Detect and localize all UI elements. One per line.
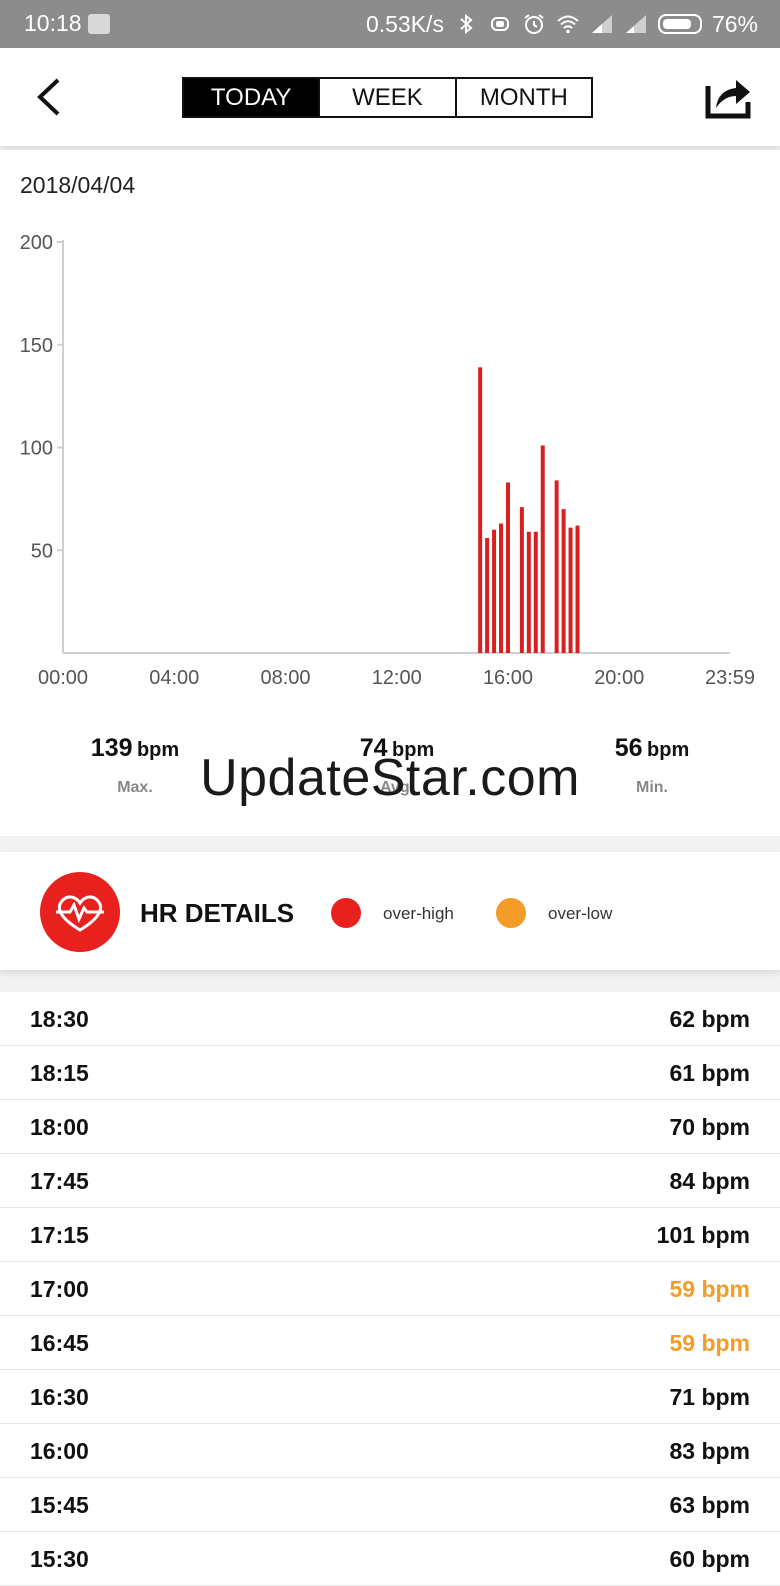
- chart-bar: [533, 531, 538, 653]
- network-speed: 0.53K/s: [365, 10, 444, 37]
- list-item[interactable]: 18:30 62 bpm: [0, 992, 780, 1046]
- status-bar: 10:18 0.53K/s 76%: [0, 0, 780, 48]
- record-time: 17:45: [30, 1168, 89, 1194]
- record-time: 18:30: [30, 1006, 89, 1032]
- y-tick-label: 100: [20, 438, 53, 460]
- chart-bar: [540, 445, 545, 653]
- record-value: 70 bpm: [669, 1114, 750, 1140]
- vibrate-icon: [490, 17, 509, 31]
- x-tick-label: 16:00: [483, 667, 533, 689]
- record-time: 16:30: [30, 1384, 89, 1410]
- status-right: 0.53K/s 76%: [366, 10, 758, 38]
- list-item[interactable]: 16:30 71 bpm: [0, 1370, 780, 1424]
- list-item[interactable]: 18:00 70 bpm: [0, 1100, 780, 1154]
- chart-bar: [526, 531, 531, 653]
- record-time: 17:15: [30, 1222, 89, 1248]
- battery-icon: [657, 14, 702, 34]
- record-value: 61 bpm: [669, 1060, 750, 1086]
- chart-bar: [485, 537, 490, 653]
- chart-bar: [575, 525, 580, 653]
- battery-percent: 76%: [711, 10, 758, 37]
- record-time: 18:15: [30, 1060, 89, 1086]
- chart-bar: [554, 480, 559, 653]
- wifi-icon: [557, 15, 579, 34]
- signal-icon-1: [591, 15, 612, 33]
- chart-bar: [505, 482, 510, 653]
- stat-avg: 74 bpm Avg.: [297, 734, 497, 797]
- chart-bar: [478, 367, 483, 653]
- list-item[interactable]: 17:15 101 bpm: [0, 1208, 780, 1262]
- heart-rate-chart: 50 100 150 200 00:00 04:00 08:00 12:00 16:00 20:0…: [20, 232, 755, 689]
- share-icon[interactable]: [702, 72, 754, 122]
- record-value: 62 bpm: [669, 1006, 750, 1032]
- record-value: 71 bpm: [669, 1384, 750, 1410]
- x-tick-label: 12:00: [372, 667, 422, 689]
- record-value: 63 bpm: [669, 1492, 750, 1518]
- record-value: 59 bpm: [669, 1276, 750, 1302]
- list-item[interactable]: 15:45 63 bpm: [0, 1478, 780, 1532]
- status-time: 10:18: [24, 10, 82, 36]
- legend-dot-over-low: [496, 898, 526, 928]
- record-value: 83 bpm: [669, 1438, 750, 1464]
- list-item[interactable]: 16:00 83 bpm: [0, 1424, 780, 1478]
- stat-max-unit: bpm: [136, 739, 180, 761]
- y-tick-label: 50: [31, 540, 53, 562]
- stat-max-label: Max.: [117, 779, 153, 796]
- chart-bar: [568, 527, 573, 653]
- stat-max-value: 139: [90, 734, 133, 762]
- x-tick-label: 04:00: [149, 667, 199, 689]
- stat-max: 139 bpm Max.: [35, 734, 235, 797]
- back-icon[interactable]: [30, 74, 70, 120]
- x-tick-label: 20:00: [594, 667, 644, 689]
- list-item[interactable]: 17:00 59 bpm: [0, 1262, 780, 1316]
- record-time: 16:00: [30, 1438, 89, 1464]
- alarm-icon: [524, 14, 544, 34]
- stat-avg-unit: bpm: [392, 739, 435, 761]
- chart-bar: [561, 509, 566, 653]
- record-time: 15:45: [30, 1492, 89, 1518]
- tab-month[interactable]: MONTH: [454, 79, 591, 116]
- signal-icon-2: [625, 15, 646, 33]
- stat-avg-label: Avg.: [379, 779, 415, 796]
- stat-min-value: 56: [614, 734, 643, 762]
- x-tick-label: 08:00: [260, 667, 310, 689]
- stat-min-label: Min.: [636, 779, 668, 796]
- chart-card: 2018/04/04 50 100 150 200 00:00 04:00 08:00 12:…: [0, 150, 780, 836]
- tab-week[interactable]: WEEK: [318, 79, 455, 116]
- stat-min: 56 bpm Min.: [552, 734, 752, 797]
- stat-avg-value: 74: [359, 734, 388, 762]
- hr-records-list: 18:30 62 bpm 18:15 61 bpm 18:00 70 bpm 17:45 84…: [0, 992, 780, 1586]
- stat-min-unit: bpm: [647, 739, 690, 761]
- record-value: 101 bpm: [656, 1222, 750, 1248]
- list-item[interactable]: 16:45 59 bpm: [0, 1316, 780, 1370]
- y-tick-label: 200: [20, 232, 53, 254]
- hr-details-header: HR DETAILS over-high over-low: [0, 852, 780, 970]
- hr-details-title: HR DETAILS: [140, 898, 295, 928]
- y-tick-label: 150: [20, 335, 53, 357]
- bluetooth-icon: [460, 13, 473, 35]
- chart-bar: [499, 523, 504, 653]
- x-tick-label: 23:59: [705, 667, 755, 689]
- legend-label-over-low: over-low: [548, 904, 613, 923]
- list-item[interactable]: 15:30 60 bpm: [0, 1532, 780, 1586]
- list-item[interactable]: 18:15 61 bpm: [0, 1046, 780, 1100]
- chart-bar: [519, 507, 524, 653]
- record-value: 84 bpm: [669, 1168, 750, 1194]
- list-item[interactable]: 17:45 84 bpm: [0, 1154, 780, 1208]
- tab-today[interactable]: TODAY: [184, 79, 319, 116]
- chart-bar: [492, 529, 497, 653]
- record-time: 16:45: [30, 1330, 89, 1356]
- legend-dot-over-high: [331, 898, 361, 928]
- record-time: 17:00: [30, 1276, 89, 1302]
- stats-row: 139 bpm Max. 74 bpm Avg. 56 bpm Min.: [0, 734, 780, 814]
- nav-bar: TODAY WEEK MONTH: [0, 48, 780, 146]
- period-tabs: TODAY WEEK MONTH: [182, 77, 593, 118]
- x-tick-label: 00:00: [38, 667, 88, 689]
- heart-pulse-icon: [40, 872, 120, 952]
- notification-icon: [88, 14, 110, 34]
- legend-label-over-high: over-high: [383, 904, 454, 923]
- record-time: 18:00: [30, 1114, 89, 1140]
- record-value: 59 bpm: [669, 1330, 750, 1356]
